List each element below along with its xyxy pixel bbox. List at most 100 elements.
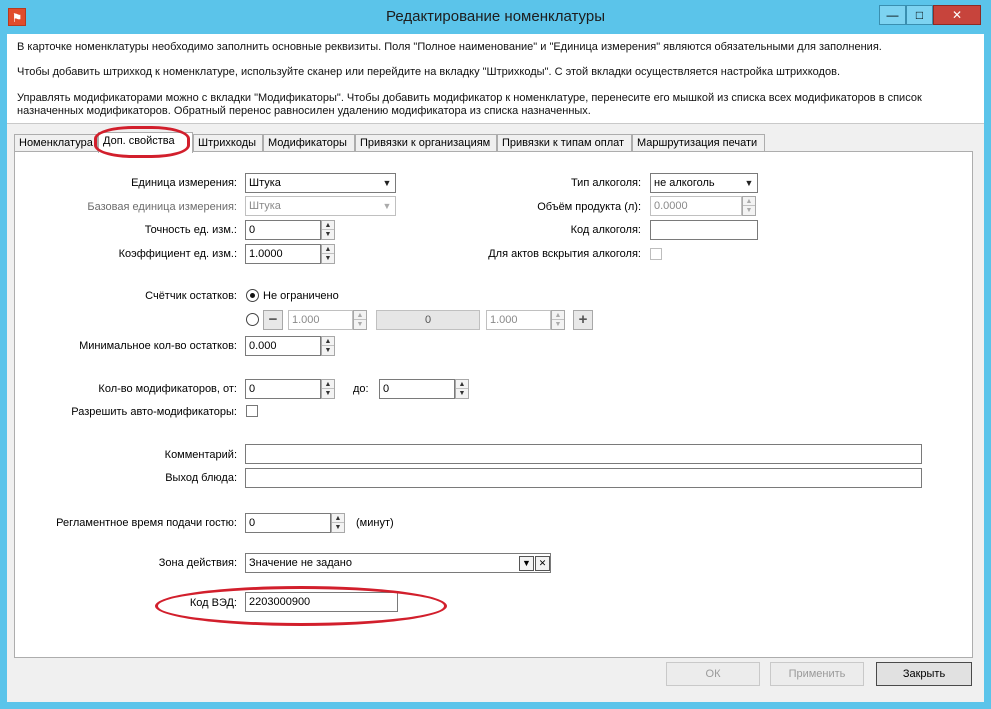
- counter-current-value: 0: [424, 314, 432, 326]
- spin-down-icon: ▼: [554, 321, 562, 328]
- ved-code-input[interactable]: 2203000900: [245, 592, 398, 612]
- window-title: Редактирование номенклатуры: [386, 8, 605, 25]
- serve-time-input[interactable]: 0: [245, 513, 331, 533]
- alcohol-code-input[interactable]: [650, 220, 758, 240]
- alcohol-type-label: Тип алкоголя:: [570, 177, 641, 189]
- tab-extra-properties[interactable]: Доп. свойства: [98, 132, 193, 153]
- alcohol-type-value: не алкоголь: [654, 177, 715, 189]
- alcohol-acts-label: Для актов вскрытия алкоголя:: [488, 248, 641, 260]
- spin-up-icon[interactable]: ▲: [456, 380, 468, 389]
- modifier-from-input[interactable]: 0: [245, 379, 321, 399]
- spin-down-icon[interactable]: ▼: [322, 254, 334, 263]
- counter-minus-button[interactable]: −: [263, 310, 283, 330]
- volume-value: 0.0000: [654, 200, 688, 212]
- unit-label: Единица измерения:: [131, 177, 237, 189]
- yield-label: Выход блюда:: [165, 472, 237, 484]
- close-button[interactable]: Закрыть: [876, 662, 972, 686]
- volume-input: 0.0000: [650, 196, 742, 216]
- auto-modifiers-checkbox[interactable]: [246, 405, 258, 417]
- counter-max-input: 1.000: [486, 310, 551, 330]
- yield-input[interactable]: [245, 468, 922, 488]
- spin-down-icon: ▼: [745, 207, 753, 214]
- coefficient-input[interactable]: 1.0000: [245, 244, 321, 264]
- base-unit-value: Штука: [249, 200, 281, 212]
- precision-value: 0: [249, 224, 256, 236]
- min-stock-spinner[interactable]: ▲ ▼: [321, 336, 335, 356]
- spin-down-icon: ▼: [356, 321, 364, 328]
- minimize-button[interactable]: —: [879, 5, 906, 25]
- zone-dropdown-button[interactable]: ▼: [519, 556, 534, 571]
- chevron-down-icon: ▼: [382, 178, 392, 188]
- close-window-button[interactable]: ✕: [933, 5, 981, 25]
- spin-up-icon[interactable]: ▲: [322, 221, 334, 230]
- spin-up-icon[interactable]: ▲: [322, 245, 334, 254]
- modifier-to-label: до:: [353, 383, 369, 395]
- counter-limited-radio[interactable]: [246, 313, 259, 326]
- info-panel: В карточке номенклатуры необходимо запол…: [7, 34, 984, 124]
- modifier-count-label: Кол-во модификаторов, от:: [98, 383, 237, 395]
- zone-select[interactable]: Значение не задано: [245, 553, 551, 573]
- volume-label: Объём продукта (л):: [537, 201, 641, 213]
- spin-down-icon[interactable]: ▼: [322, 346, 334, 355]
- unit-select[interactable]: Штука ▼: [245, 173, 396, 193]
- tab-barcodes[interactable]: Штрихкоды: [193, 134, 263, 152]
- spin-up-icon[interactable]: ▲: [332, 514, 344, 523]
- zone-label: Зона действия:: [158, 557, 237, 569]
- serve-time-label: Регламентное время подачи гостю:: [56, 517, 237, 529]
- title-bar[interactable]: ⚑ Редактирование номенклатуры — □ ✕: [0, 0, 991, 34]
- info-line-barcodes: Чтобы добавить штрихкод к номенклатуре, …: [17, 66, 840, 78]
- counter-plus-button[interactable]: +: [573, 310, 593, 330]
- info-line-required: В карточке номенклатуры необходимо запол…: [17, 41, 882, 53]
- window: ⚑ Редактирование номенклатуры — □ ✕ В ка…: [0, 0, 991, 709]
- counter-max-spinner: ▲ ▼: [551, 310, 565, 330]
- tab-payment-bindings[interactable]: Привязки к типам оплат: [497, 134, 632, 152]
- zone-value: Значение не задано: [249, 557, 352, 569]
- maximize-button[interactable]: □: [906, 5, 933, 25]
- base-unit-select: Штука ▼: [245, 196, 396, 216]
- serve-time-spinner[interactable]: ▲ ▼: [331, 513, 345, 533]
- auto-modifiers-label: Разрешить авто-модификаторы:: [71, 406, 237, 418]
- min-stock-label: Минимальное кол-во остатков:: [79, 340, 237, 352]
- stock-counter-label: Счётчик остатков:: [145, 290, 237, 302]
- modifier-to-input[interactable]: 0: [379, 379, 455, 399]
- alcohol-type-select[interactable]: не алкоголь ▼: [650, 173, 758, 193]
- spin-down-icon[interactable]: ▼: [332, 523, 344, 532]
- zone-clear-button[interactable]: ✕: [535, 556, 550, 571]
- coefficient-label: Коэффициент ед. изм.:: [118, 248, 237, 260]
- counter-min-value: 1.000: [292, 314, 320, 326]
- apply-button[interactable]: Применить: [770, 662, 864, 686]
- spin-down-icon[interactable]: ▼: [322, 230, 334, 239]
- counter-unlimited-radio[interactable]: [246, 289, 259, 302]
- alcohol-acts-checkbox[interactable]: [650, 248, 662, 260]
- spin-down-icon[interactable]: ▼: [456, 389, 468, 398]
- serve-time-unit: (минут): [356, 517, 394, 529]
- comment-input[interactable]: [245, 444, 922, 464]
- spin-down-icon[interactable]: ▼: [322, 389, 334, 398]
- unit-value: Штука: [249, 177, 281, 189]
- min-stock-input[interactable]: 0.000: [245, 336, 321, 356]
- modifier-from-spinner[interactable]: ▲ ▼: [321, 379, 335, 399]
- coefficient-spinner[interactable]: ▲ ▼: [321, 244, 335, 264]
- ved-code-label: Код ВЭД:: [189, 597, 237, 609]
- precision-label: Точность ед. изм.:: [144, 224, 237, 236]
- chevron-down-icon: ▼: [744, 178, 754, 188]
- precision-input[interactable]: 0: [245, 220, 321, 240]
- comment-label: Комментарий:: [164, 449, 237, 461]
- precision-spinner[interactable]: ▲ ▼: [321, 220, 335, 240]
- ved-code-value: 2203000900: [249, 596, 311, 608]
- tab-print-routing[interactable]: Маршрутизация печати: [632, 134, 765, 152]
- spin-up-icon: ▲: [552, 311, 564, 320]
- ok-button[interactable]: ОК: [666, 662, 760, 686]
- base-unit-label: Базовая единица измерения:: [87, 201, 237, 213]
- counter-max-value: 1.000: [490, 314, 518, 326]
- spin-up-icon: ▲: [354, 311, 366, 320]
- alcohol-code-label: Код алкоголя:: [570, 224, 641, 236]
- tab-modifiers[interactable]: Модификаторы: [263, 134, 355, 152]
- modifier-to-spinner[interactable]: ▲ ▼: [455, 379, 469, 399]
- tab-nomenclature[interactable]: Номенклатура: [14, 134, 98, 152]
- volume-spinner: ▲ ▼: [742, 196, 756, 216]
- spin-up-icon[interactable]: ▲: [322, 337, 334, 346]
- tab-org-bindings[interactable]: Привязки к организациям: [355, 134, 497, 152]
- spin-up-icon[interactable]: ▲: [322, 380, 334, 389]
- modifier-to-value: 0: [383, 383, 390, 395]
